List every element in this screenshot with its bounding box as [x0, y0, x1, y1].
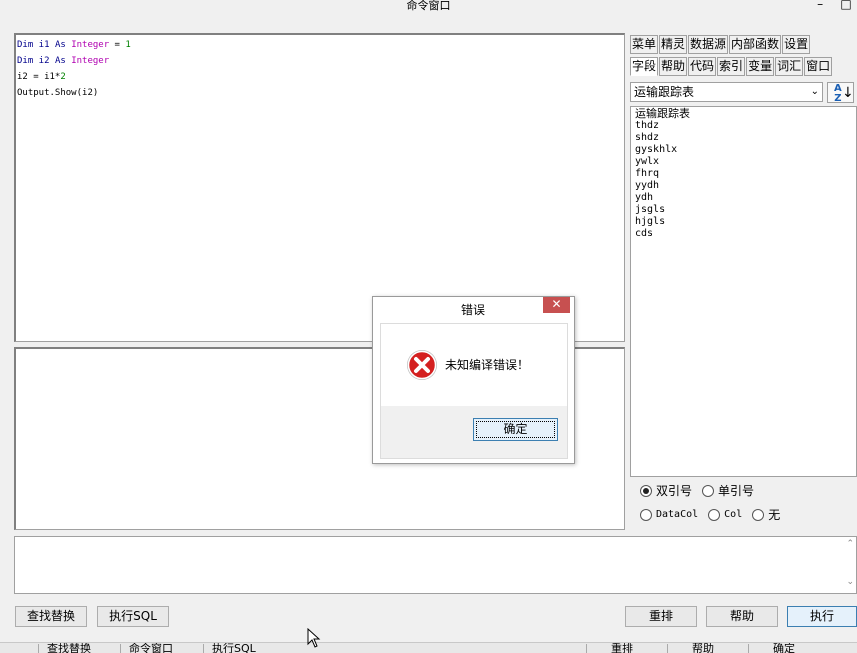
code-token: 2 — [60, 72, 66, 82]
sort-az-icon: A Z — [834, 83, 842, 104]
error-dialog: 错误 ✕ 未知编译错误！ 确定 — [372, 296, 575, 464]
radio-double-quote[interactable]: 双引号 — [640, 482, 692, 499]
radio-unchecked-icon — [640, 508, 652, 521]
field-list-item[interactable]: gyskhlx — [635, 144, 852, 156]
exec-sql-button[interactable]: 执行SQL — [97, 606, 169, 627]
tab-tabs_row1-4[interactable]: 设置 — [782, 35, 811, 54]
field-list-item[interactable]: 运输跟踪表 — [635, 108, 852, 120]
code-token: Output.Show(i2) — [17, 88, 99, 98]
sort-button[interactable]: A Z ↓ — [827, 82, 854, 104]
quote-options: 双引号 单引号 — [640, 482, 764, 499]
close-icon[interactable]: ✕ — [543, 297, 570, 313]
tab-tabs_row1-0[interactable]: 菜单 — [630, 35, 659, 54]
tab-tabs_row1-1[interactable]: 精灵 — [659, 35, 688, 54]
dialog-footer: 确定 — [381, 406, 567, 458]
find-replace-button[interactable]: 查找替换 — [15, 606, 87, 627]
tab-tabs_row2-6[interactable]: 窗口 — [804, 57, 833, 76]
radio-single-quote[interactable]: 单引号 — [702, 482, 754, 499]
table-select-value: 运输跟踪表 — [634, 85, 695, 99]
tab-tabs_row2-1[interactable]: 帮助 — [659, 57, 688, 76]
col-options: DataCol Col 无 — [640, 506, 790, 523]
tab-tabs_row2-3[interactable]: 索引 — [717, 57, 746, 76]
taskbar-item-find-replace[interactable]: 查找替换 — [38, 643, 91, 653]
dialog-message: 未知编译错误！ — [445, 358, 530, 372]
tab-tabs_row1-3[interactable]: 内部函数 — [729, 35, 782, 54]
tabs-row-2: 字段 帮助 代码 索引 变量 词汇 窗口 — [630, 57, 833, 77]
message-area[interactable]: ⌃ ⌄ — [14, 536, 857, 594]
window-titlebar: 命令窗口 – □ — [0, 0, 857, 14]
field-list-item[interactable]: ydh — [635, 192, 852, 204]
scroll-up-icon[interactable]: ⌃ — [846, 539, 854, 549]
radio-checked-icon — [640, 484, 652, 497]
field-list-item[interactable]: jsgls — [635, 204, 852, 216]
taskbar-item-ok[interactable]: 确定 — [748, 643, 795, 653]
code-token: Dim i2 — [17, 56, 55, 66]
field-list-item[interactable]: thdz — [635, 120, 852, 132]
execute-button[interactable]: 执行 — [787, 606, 857, 627]
code-line: i2 = i1*2 — [17, 69, 623, 85]
window-controls: – □ — [809, 0, 857, 10]
tab-tabs_row1-2[interactable]: 数据源 — [688, 35, 729, 54]
window-title: 命令窗口 — [406, 0, 451, 12]
tab-tabs_row2-5[interactable]: 词汇 — [775, 57, 804, 76]
radio-col[interactable]: Col — [708, 508, 742, 521]
code-line: Dim i1 As Integer = 1 — [17, 37, 623, 53]
radio-datacol[interactable]: DataCol — [640, 508, 698, 521]
tab-tabs_row2-2[interactable]: 代码 — [688, 57, 717, 76]
field-list-item[interactable]: cds — [635, 228, 852, 240]
code-token: 1 — [125, 40, 131, 50]
error-icon — [407, 350, 437, 380]
radio-unchecked-icon — [752, 508, 765, 521]
field-list-item[interactable]: yydh — [635, 180, 852, 192]
code-token: i2 = i1* — [17, 72, 61, 82]
sort-arrow-icon: ↓ — [842, 85, 854, 101]
radio-none[interactable]: 无 — [752, 506, 780, 523]
code-token: As — [54, 56, 72, 66]
code-token: As — [54, 40, 72, 50]
code-token: = — [109, 40, 126, 50]
field-list[interactable]: 运输跟踪表 thdz shdz gyskhlx ywlx fhrq yydh ydh jsgls… — [630, 106, 857, 477]
taskbar-item-rearrange[interactable]: 重排 — [586, 643, 633, 653]
minimize-button[interactable]: – — [809, 0, 831, 10]
code-token: Dim i1 — [17, 40, 55, 50]
chevron-down-icon: ⌄ — [810, 86, 819, 97]
tab-tabs_row2-0[interactable]: 字段 — [630, 57, 659, 76]
field-list-item[interactable]: ywlx — [635, 156, 852, 168]
taskbar: 查找替换 命令窗口 执行SQL 重排 帮助 确定 — [0, 642, 857, 653]
field-list-item[interactable]: shdz — [635, 132, 852, 144]
code-line: Output.Show(i2) — [17, 85, 623, 101]
taskbar-item-exec-sql[interactable]: 执行SQL — [203, 643, 256, 653]
taskbar-item-help[interactable]: 帮助 — [667, 643, 714, 653]
taskbar-item-command-window[interactable]: 命令窗口 — [120, 643, 173, 653]
ok-button[interactable]: 确定 — [473, 418, 558, 441]
code-token: Integer — [71, 56, 110, 66]
tabs-row-1: 菜单 精灵 数据源 内部函数 设置 — [630, 35, 811, 55]
code-line: Dim i2 As Integer — [17, 53, 623, 69]
field-list-item[interactable]: hjgls — [635, 216, 852, 228]
mouse-pointer-icon — [307, 628, 321, 648]
maximize-button[interactable]: □ — [835, 0, 857, 10]
table-select[interactable]: 运输跟踪表 ⌄ — [630, 82, 823, 102]
rearrange-button[interactable]: 重排 — [625, 606, 697, 627]
scroll-down-icon[interactable]: ⌄ — [846, 577, 854, 587]
radio-unchecked-icon — [708, 508, 721, 521]
tab-tabs_row2-4[interactable]: 变量 — [746, 57, 775, 76]
code-token: Integer — [71, 40, 110, 50]
dialog-body: 未知编译错误！ 确定 — [380, 323, 568, 459]
radio-unchecked-icon — [702, 484, 715, 497]
field-list-item[interactable]: fhrq — [635, 168, 852, 180]
help-button[interactable]: 帮助 — [706, 606, 778, 627]
